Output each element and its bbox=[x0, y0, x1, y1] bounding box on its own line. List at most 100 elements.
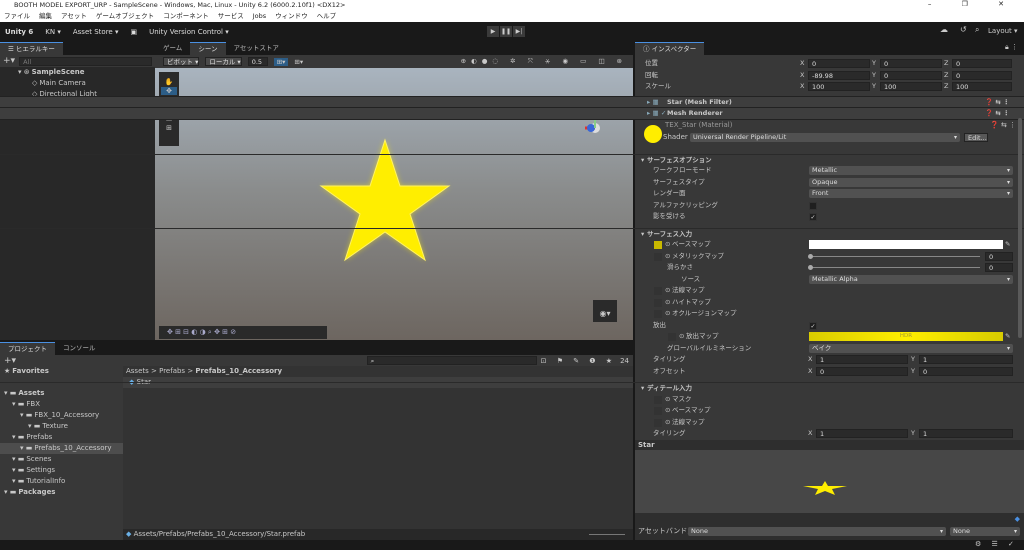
property-row[interactable]: レンダー面 Front bbox=[0, 188, 1024, 200]
menu-item[interactable]: ファイル bbox=[4, 11, 30, 22]
property-row[interactable]: アルファクリッピング bbox=[0, 200, 1024, 212]
project-folder[interactable]: ▾ ▬ Packages bbox=[0, 487, 123, 498]
version-control-dropdown[interactable]: Unity Version Control ▾ bbox=[149, 28, 229, 36]
property-dropdown[interactable]: Metallic Alpha bbox=[809, 274, 1013, 284]
y-field[interactable]: 0 bbox=[919, 366, 1013, 376]
history-icon[interactable]: ↺ bbox=[960, 25, 967, 34]
texture-slot[interactable] bbox=[654, 252, 662, 261]
property-row[interactable]: タイリング X 1 Y 1 bbox=[0, 354, 1024, 366]
x-field[interactable]: -89.98 bbox=[808, 70, 870, 80]
lock-icon[interactable]: 🔒︎ ⋮ bbox=[1005, 43, 1024, 55]
property-dropdown[interactable]: Front bbox=[809, 189, 1013, 198]
tab-scene[interactable]: シーン bbox=[190, 42, 226, 55]
texture-picker-icon[interactable]: ⊙ bbox=[665, 239, 670, 251]
x-field[interactable]: 0 bbox=[808, 59, 870, 68]
z-field[interactable]: 0 bbox=[952, 59, 1012, 68]
property-row[interactable]: グローバルイルミネーション ベイク bbox=[0, 343, 1024, 355]
eyedropper-icon[interactable]: ✎ bbox=[1005, 239, 1010, 251]
eyedropper-icon[interactable]: ✎ bbox=[1005, 331, 1010, 343]
tab-hierarchy[interactable]: ☰ ヒエラルキー bbox=[0, 42, 63, 55]
property-dropdown[interactable]: Opaque bbox=[809, 177, 1013, 187]
z-field[interactable]: 100 bbox=[952, 82, 1012, 91]
slider-handle[interactable] bbox=[808, 253, 813, 259]
tab-game[interactable]: ゲーム bbox=[155, 42, 190, 55]
pause-button[interactable]: ❚❚ bbox=[500, 26, 512, 37]
menu-item[interactable]: サービス bbox=[218, 11, 244, 22]
slider-track[interactable] bbox=[810, 267, 980, 268]
y-field[interactable]: 100 bbox=[880, 82, 942, 91]
shader-dropdown[interactable]: Universal Render Pipeline/Lit bbox=[690, 132, 960, 142]
x-field[interactable]: 1 bbox=[816, 355, 908, 364]
texture-picker-icon[interactable]: ⊙ bbox=[679, 331, 684, 343]
property-row[interactable]: 滑らかさ 0 bbox=[0, 262, 1024, 274]
menu-item[interactable]: ウィンドウ bbox=[275, 11, 308, 22]
texture-picker-icon[interactable]: ⊙ bbox=[665, 308, 670, 320]
play-button[interactable]: ▶ bbox=[487, 26, 499, 37]
asset-bundle-dropdown[interactable]: None bbox=[688, 527, 946, 536]
menu-item[interactable]: ゲームオブジェクト bbox=[96, 11, 154, 22]
slider-track[interactable] bbox=[810, 255, 980, 257]
status-icons[interactable]: ⚙ ☰ ✓ bbox=[975, 540, 1018, 548]
section-header[interactable]: ▾ サーフェス入力 bbox=[0, 227, 1024, 240]
y-field[interactable]: 1 bbox=[919, 429, 1013, 438]
component-header[interactable]: ▸ ▦ Star (Mesh Filter) ❓ ⇆ ⋮ bbox=[0, 95, 1024, 107]
texture-picker-icon[interactable]: ⊙ bbox=[665, 251, 670, 263]
step-button[interactable]: ▶| bbox=[513, 26, 525, 37]
property-row[interactable]: ソース Metallic Alpha bbox=[0, 274, 1024, 286]
x-field[interactable]: 0 bbox=[816, 366, 908, 376]
texture-slot[interactable] bbox=[654, 395, 662, 404]
asset-store-dropdown[interactable]: Asset Store ▾ bbox=[73, 28, 119, 36]
menu-item[interactable]: アセット bbox=[61, 11, 87, 22]
label-icon[interactable]: ◆ bbox=[1015, 515, 1020, 523]
texture-slot[interactable] bbox=[654, 287, 662, 295]
y-field[interactable]: 0 bbox=[880, 59, 942, 68]
property-checkbox[interactable] bbox=[809, 201, 817, 210]
property-dropdown[interactable]: ベイク bbox=[809, 343, 1013, 353]
property-row[interactable]: ⊙ メタリックマップ 0 bbox=[0, 251, 1024, 263]
property-row[interactable]: 放出 ✓ bbox=[0, 320, 1024, 332]
package-icon[interactable]: ▣ bbox=[130, 28, 137, 36]
texture-picker-icon[interactable]: ⊙ bbox=[665, 394, 670, 406]
color-field[interactable] bbox=[809, 240, 1003, 249]
project-folder[interactable]: ▾ ▬ TutorialInfo bbox=[0, 476, 123, 487]
texture-picker-icon[interactable]: ⊙ bbox=[665, 405, 670, 417]
property-dropdown[interactable]: Metallic bbox=[809, 166, 1013, 175]
section-header[interactable]: ▾ ディテール入力 bbox=[0, 382, 1024, 394]
texture-slot[interactable] bbox=[654, 298, 662, 307]
y-field[interactable]: 0 bbox=[880, 70, 942, 80]
tab-inspector[interactable]: ⓘ インスペクター bbox=[635, 42, 705, 55]
preview-area[interactable] bbox=[635, 450, 1024, 513]
texture-picker-icon[interactable]: ⊙ bbox=[665, 417, 670, 429]
menu-item[interactable]: Jobs bbox=[253, 11, 266, 22]
menu-item[interactable]: ヘルプ bbox=[317, 11, 337, 22]
z-field[interactable]: 0 bbox=[952, 70, 1012, 80]
property-row[interactable]: ⊙ 放出マップ HDR ✎ bbox=[0, 331, 1024, 343]
slider-value[interactable]: 0 bbox=[985, 263, 1013, 272]
component-header[interactable]: ▸ ▦ ✓ Mesh Renderer ❓ ⇆ ⋮ bbox=[0, 107, 1024, 119]
property-row[interactable]: ⊙ ベースマップ ✎ bbox=[0, 239, 1024, 251]
section-header[interactable]: ▾ サーフェスオプション bbox=[0, 153, 1024, 166]
zoom-slider[interactable] bbox=[589, 534, 625, 535]
cloud-icon[interactable]: ☁ bbox=[940, 25, 948, 34]
property-row[interactable]: サーフェスタイプ Opaque bbox=[0, 177, 1024, 189]
texture-picker-icon[interactable]: ⊙ bbox=[665, 297, 670, 309]
texture-slot[interactable] bbox=[654, 418, 662, 427]
menu-item[interactable]: コンポーネント bbox=[163, 11, 209, 22]
search-icon[interactable]: ⌕ bbox=[975, 25, 979, 35]
edit-shader-button[interactable]: Edit... bbox=[964, 132, 988, 142]
layout-dropdown[interactable]: Layout ▾ bbox=[988, 27, 1018, 35]
x-field[interactable]: 100 bbox=[808, 82, 870, 91]
project-folder[interactable]: ▾ ▬ Prefabs_10_Accessory bbox=[0, 443, 123, 454]
texture-slot[interactable] bbox=[654, 241, 662, 249]
scrollbar[interactable] bbox=[1018, 118, 1022, 338]
property-row[interactable]: オフセット X 0 Y 0 bbox=[0, 366, 1024, 378]
slider-value[interactable]: 0 bbox=[985, 251, 1013, 261]
window-controls[interactable]: – ❐ ✕ bbox=[928, 0, 1018, 8]
property-row[interactable]: ワークフローモード Metallic bbox=[0, 165, 1024, 177]
preview-header[interactable]: Star bbox=[635, 440, 1024, 450]
project-folder[interactable]: ▾ ▬ Scenes bbox=[0, 454, 123, 465]
material-menu-icons[interactable]: ❓ ⇆ ⋮ bbox=[990, 121, 1016, 129]
material-preview[interactable] bbox=[644, 124, 662, 143]
x-field[interactable]: 1 bbox=[816, 429, 908, 438]
texture-slot[interactable] bbox=[654, 310, 662, 318]
